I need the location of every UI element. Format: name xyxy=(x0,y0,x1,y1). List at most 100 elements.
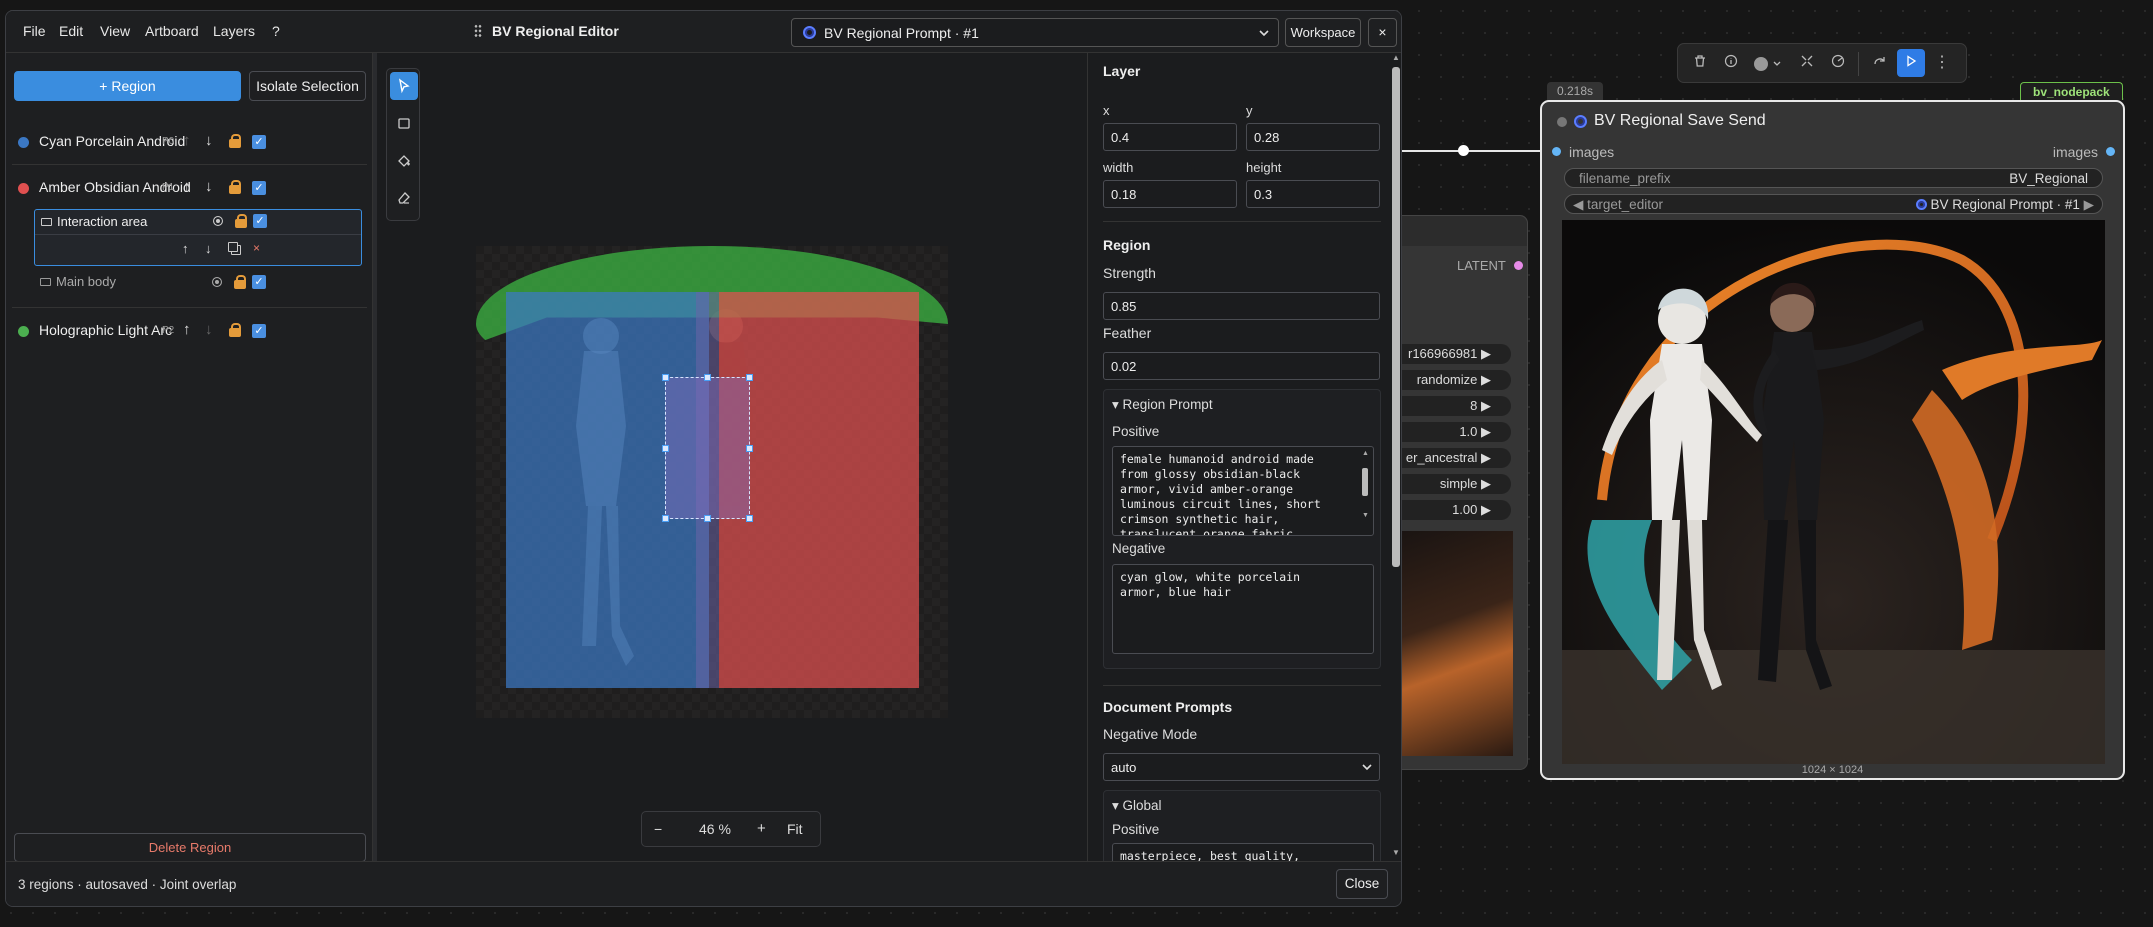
menu-artboard[interactable]: Artboard xyxy=(145,23,199,39)
resize-handle-se[interactable] xyxy=(746,515,753,522)
zoom-in-button[interactable]: + xyxy=(757,820,766,837)
more-icon[interactable]: ⋮ xyxy=(1928,49,1956,77)
global-toggle[interactable]: ▾ Global xyxy=(1112,798,1162,814)
width-label: width xyxy=(1103,160,1134,175)
region-visible-checkbox[interactable]: ✓ xyxy=(252,181,266,195)
sampler-node[interactable]: LATENT r166966981 ▶ randomize ▶ 8 ▶ 1.0 … xyxy=(1361,215,1528,770)
region-row-amber[interactable]: Amber Obsidian Android P1 ↑ ↓ ✓ xyxy=(12,170,367,208)
close-icon[interactable]: × xyxy=(1368,18,1397,47)
sub-move-down-icon[interactable]: ↓ xyxy=(205,241,212,256)
scrollbar-thumb[interactable] xyxy=(1392,67,1400,567)
bypass-icon[interactable] xyxy=(1824,49,1852,77)
move-down-icon[interactable]: ↓ xyxy=(205,132,213,149)
lock-icon[interactable] xyxy=(229,323,241,337)
positive-prompt-textarea[interactable]: female humanoid android made from glossy… xyxy=(1112,446,1374,536)
radio-icon[interactable] xyxy=(213,216,223,226)
height-input[interactable]: 0.3 xyxy=(1246,180,1380,208)
sub-move-up-icon[interactable]: ↑ xyxy=(182,241,189,256)
resize-handle-ne[interactable] xyxy=(746,374,753,381)
region-color-dot xyxy=(18,137,29,148)
move-down-icon[interactable]: ↓ xyxy=(205,178,213,195)
latent-output-dot[interactable] xyxy=(1514,261,1523,270)
move-up-icon[interactable]: ↑ xyxy=(183,132,191,149)
sub-layer-visible-checkbox[interactable]: ✓ xyxy=(253,214,267,228)
images-input-dot[interactable] xyxy=(1552,147,1561,156)
editor-title: BV Regional Editor xyxy=(492,23,619,39)
delete-sub-layer-icon[interactable]: × xyxy=(253,241,260,255)
sub-layer-interaction-area[interactable]: Interaction area ✓ ↑ ↓ × xyxy=(34,209,362,266)
rect-tool-icon[interactable] xyxy=(390,109,418,137)
resize-handle-w[interactable] xyxy=(662,445,669,452)
menu-edit[interactable]: Edit xyxy=(59,23,83,39)
zoom-fit-button[interactable]: Fit xyxy=(787,821,803,837)
move-up-icon[interactable]: ↑ xyxy=(183,321,191,338)
prompt-node-select[interactable]: BV Regional Prompt · #1 xyxy=(791,18,1279,47)
properties-scrollbar[interactable]: ▲ ▼ xyxy=(1390,53,1401,861)
info-icon[interactable] xyxy=(1717,49,1745,77)
region-visible-checkbox[interactable]: ✓ xyxy=(252,324,266,338)
move-down-icon[interactable]: ↓ xyxy=(205,321,213,338)
tool-palette xyxy=(386,68,420,221)
drag-handle-icon[interactable] xyxy=(474,24,482,38)
lock-icon[interactable] xyxy=(235,214,247,228)
run-icon[interactable] xyxy=(1897,49,1925,77)
negative-prompt-textarea[interactable]: cyan glow, white porcelain armor, blue h… xyxy=(1112,564,1374,654)
width-input[interactable]: 0.18 xyxy=(1103,180,1237,208)
fit-icon[interactable] xyxy=(1793,49,1821,77)
artboard-canvas[interactable] xyxy=(476,246,948,718)
menubar: File Edit View Artboard Layers ? BV Regi… xyxy=(6,11,1401,53)
target-editor-next[interactable]: ▶ xyxy=(2084,197,2094,212)
add-region-button[interactable]: + Region xyxy=(14,71,241,101)
menu-view[interactable]: View xyxy=(100,23,130,39)
feather-input[interactable]: 0.02 xyxy=(1103,352,1380,380)
duplicate-icon[interactable] xyxy=(228,242,238,252)
node-collapse-dot[interactable] xyxy=(1557,117,1567,127)
lock-icon[interactable] xyxy=(229,134,241,148)
negative-mode-select[interactable]: auto xyxy=(1103,753,1380,781)
filename-prefix-widget[interactable]: filename_prefix BV_Regional xyxy=(1564,168,2103,188)
target-editor-widget[interactable]: ◀ target_editor BV Regional Prompt · #1 … xyxy=(1564,194,2103,214)
y-input[interactable]: 0.28 xyxy=(1246,123,1380,151)
left-panel-splitter[interactable] xyxy=(373,53,377,861)
workspace-button[interactable]: Workspace xyxy=(1285,18,1361,47)
fill-tool-icon[interactable] xyxy=(390,146,418,174)
menu-help[interactable]: ? xyxy=(272,23,280,39)
color-dot-icon[interactable] xyxy=(1748,49,1788,77)
link-reroute-dot[interactable] xyxy=(1458,145,1469,156)
images-output-dot[interactable] xyxy=(2106,147,2115,156)
redo-icon[interactable] xyxy=(1866,49,1894,77)
global-positive-textarea[interactable]: masterpiece, best quality, exactly two f… xyxy=(1112,843,1374,861)
sub-layer-main-body[interactable]: Main body ✓ xyxy=(34,271,362,295)
region-row-cyan[interactable]: Cyan Porcelain Android P0 ↑ ↓ ✓ xyxy=(12,123,367,161)
resize-handle-sw[interactable] xyxy=(662,515,669,522)
trash-icon[interactable] xyxy=(1686,49,1714,77)
resize-handle-n[interactable] xyxy=(704,374,711,381)
region-visible-checkbox[interactable]: ✓ xyxy=(252,135,266,149)
resize-handle-nw[interactable] xyxy=(662,374,669,381)
select-tool-icon[interactable] xyxy=(390,72,418,100)
zoom-out-button[interactable]: − xyxy=(654,821,662,837)
region-prompt-toggle[interactable]: ▾ Region Prompt xyxy=(1112,397,1213,413)
lock-icon[interactable] xyxy=(229,180,241,194)
menu-layers[interactable]: Layers xyxy=(213,23,255,39)
region-row-holographic[interactable]: Holographic Light Arc P2 ↑ ↓ ✓ xyxy=(12,313,367,351)
save-send-node[interactable]: BV Regional Save Send images images file… xyxy=(1540,100,2125,780)
delete-region-button[interactable]: Delete Region xyxy=(14,833,366,862)
eraser-tool-icon[interactable] xyxy=(390,183,418,211)
resize-handle-e[interactable] xyxy=(746,445,753,452)
close-button[interactable]: Close xyxy=(1336,869,1388,899)
sub-divider xyxy=(35,234,361,235)
move-up-icon[interactable]: ↑ xyxy=(183,178,191,195)
radio-icon[interactable] xyxy=(212,277,222,287)
x-input[interactable]: 0.4 xyxy=(1103,123,1237,151)
menu-file[interactable]: File xyxy=(23,23,46,39)
strength-input[interactable]: 0.85 xyxy=(1103,292,1380,320)
resize-handle-s[interactable] xyxy=(704,515,711,522)
isolate-selection-button[interactable]: Isolate Selection xyxy=(249,71,366,101)
lock-icon[interactable] xyxy=(234,275,246,289)
target-editor-prev[interactable]: ◀ xyxy=(1573,197,1583,212)
textarea-scrollbar[interactable]: ▲ ▼ xyxy=(1361,450,1369,530)
region-priority-tag: P1 xyxy=(162,182,175,193)
sub-layer-visible-checkbox[interactable]: ✓ xyxy=(252,275,266,289)
interaction-area-selection[interactable] xyxy=(662,374,753,522)
